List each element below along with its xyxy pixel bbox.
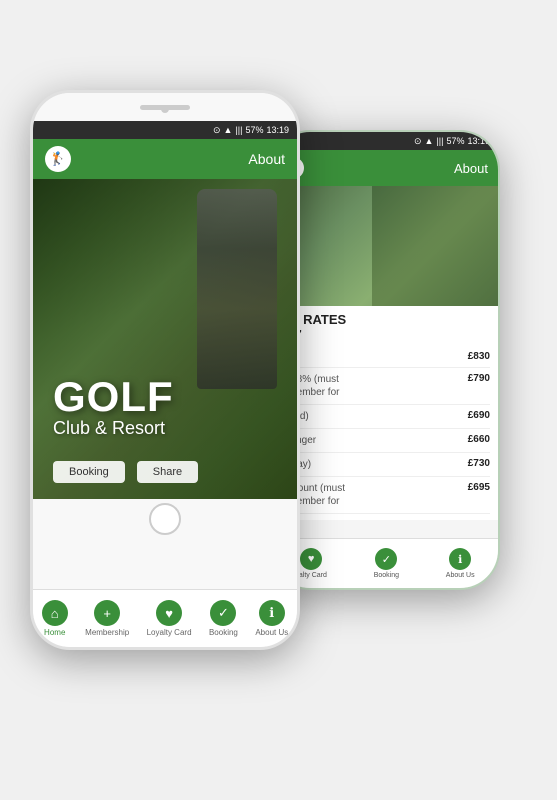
signal-icon-front: ||| [235, 125, 242, 135]
rate-row-5: Friday) £730 [280, 453, 490, 477]
nav-booking[interactable]: ✓ Booking [209, 600, 238, 637]
loyalty-icon-back: ♥ [300, 548, 322, 570]
nav-about-back[interactable]: ℹ About Us [446, 548, 475, 579]
home-button[interactable] [149, 503, 181, 535]
nav-loyalty[interactable]: ♥ Loyalty Card [147, 600, 192, 637]
status-icons-front: ⊙ ▲ ||| 57% 13:19 [213, 125, 289, 136]
nav-about[interactable]: ℹ About Us [255, 600, 288, 637]
content-area-back: ON RATES 017 £830 unt 8% (mustg member f… [272, 186, 498, 538]
hero-title: GOLF [53, 376, 174, 418]
hero-buttons: Booking Share [53, 461, 198, 483]
rates-title: ON RATES 017 [280, 312, 490, 342]
about-icon-back: ℹ [449, 548, 471, 570]
home-icon: ⌂ [42, 600, 68, 626]
membership-label: Membership [85, 628, 129, 637]
clock-icon: ⊙ [414, 136, 422, 147]
status-icons-back: ⊙ ▲ ||| 57% 13:19 [414, 136, 490, 147]
phone-front: ⊙ ▲ ||| 57% 13:19 🏌 About GOLF Club & Re… [30, 90, 300, 650]
booking-label: Booking [209, 628, 238, 637]
clock-icon-front: ⊙ [213, 125, 221, 136]
speaker [140, 105, 190, 110]
rate-row-2: unt 8% (mustg member for £790 [280, 368, 490, 405]
battery-icon: 57% [446, 136, 464, 146]
booking-button[interactable]: Booking [53, 461, 125, 483]
about-label-back: About [454, 161, 488, 176]
hero-subtitle: Club & Resort [53, 418, 174, 439]
time-front: 13:19 [266, 125, 289, 135]
about-label-back-nav: About Us [446, 572, 475, 579]
wifi-icon-front: ▲ [224, 125, 233, 135]
rates-section: ON RATES 017 £830 unt 8% (mustg member f… [272, 306, 498, 520]
booking-icon: ✓ [210, 600, 236, 626]
status-bar-front: ⊙ ▲ ||| 57% 13:19 [33, 121, 297, 139]
hero-image-back [272, 186, 498, 306]
nav-home[interactable]: ⌂ Home [42, 600, 68, 637]
time-display: 13:19 [467, 136, 490, 146]
signal-icon: ||| [436, 136, 443, 146]
nav-membership[interactable]: + Membership [85, 600, 129, 637]
rate-row-3: ffered) £690 [280, 405, 490, 429]
bottom-nav-back: ♥ yalty Card ✓ Booking ℹ About Us [272, 538, 498, 588]
about-label: About Us [255, 628, 288, 637]
loyalty-label-back: yalty Card [295, 572, 327, 579]
battery-front: 57% [245, 125, 263, 135]
hero-text-area: GOLF Club & Resort [53, 376, 174, 439]
wifi-icon: ▲ [425, 136, 434, 146]
share-button[interactable]: Share [137, 461, 198, 483]
rate-row-6: discount (mustg member for £695 [280, 477, 490, 514]
app-bar-front: 🏌 About [33, 139, 297, 179]
about-label-front: About [248, 151, 285, 167]
hero-section: GOLF Club & Resort Booking Share [33, 179, 297, 499]
rate-row-4: o longer £660 [280, 429, 490, 453]
booking-label-back: Booking [374, 572, 399, 579]
about-icon: ℹ [259, 600, 285, 626]
loyalty-icon: ♥ [156, 600, 182, 626]
home-button-area [33, 499, 297, 539]
membership-icon: + [94, 600, 120, 626]
bottom-nav-front: ⌂ Home + Membership ♥ Loyalty Card ✓ Boo… [33, 589, 297, 647]
nav-loyalty-back[interactable]: ♥ yalty Card [295, 548, 327, 579]
golf-logo-front: 🏌 [45, 146, 71, 172]
loyalty-label: Loyalty Card [147, 628, 192, 637]
nav-booking-back[interactable]: ✓ Booking [374, 548, 399, 579]
app-bar-back: 🏌 About [272, 150, 498, 186]
top-bar [33, 93, 297, 121]
hero-background [33, 179, 297, 499]
rate-row-1: £830 [280, 346, 490, 368]
booking-icon-back: ✓ [375, 548, 397, 570]
phone-back: ⊙ ▲ ||| 57% 13:19 🏌 About ON RATES 017 £… [270, 130, 500, 590]
home-label: Home [44, 628, 65, 637]
status-bar-back: ⊙ ▲ ||| 57% 13:19 [272, 132, 498, 150]
